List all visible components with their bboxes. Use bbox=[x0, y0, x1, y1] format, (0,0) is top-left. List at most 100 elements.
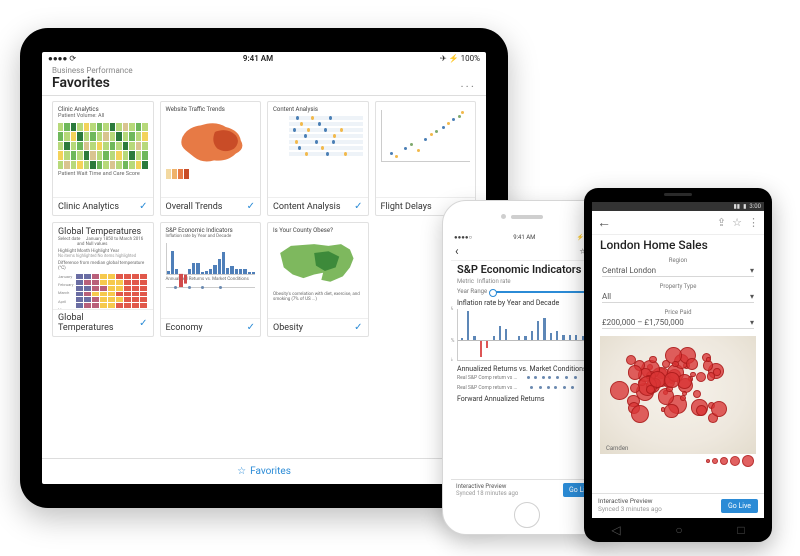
checkmark-icon[interactable]: ✓ bbox=[247, 322, 255, 333]
back-icon[interactable]: ← bbox=[597, 214, 611, 231]
field-price-paid[interactable]: Price Paid £200,000 – £1,750,000▾ bbox=[602, 309, 754, 329]
section-heading: Forward Annualized Returns bbox=[451, 393, 603, 403]
status-right: ✈ ⚡ 100% bbox=[440, 54, 480, 63]
card-clinic-analytics[interactable]: Clinic Analytics Patient Volume: All Pat… bbox=[52, 101, 154, 216]
iphone-navbar: ‹ ⭐︎ ☆ bbox=[451, 242, 603, 261]
dotstrip-row: Real S&P Comp return vs ... bbox=[451, 383, 603, 393]
checkmark-icon[interactable]: ✓ bbox=[354, 201, 362, 212]
share-icon[interactable]: ⇪ bbox=[717, 216, 726, 229]
checkmark-icon[interactable]: ✓ bbox=[354, 322, 362, 333]
favorites-grid: Clinic Analytics Patient Volume: All Pat… bbox=[42, 101, 486, 458]
card-overall-trends[interactable]: Website Traffic Trends Overall Trends ✓ bbox=[160, 101, 262, 216]
android-navbar: ◁ ○ □ bbox=[584, 522, 772, 538]
ytick: 0% bbox=[451, 338, 454, 344]
checkmark-icon[interactable]: ✓ bbox=[247, 201, 255, 212]
card-thumb: Is Your County Obese? Obesity's correlat… bbox=[268, 223, 368, 318]
section-heading: Annualized Returns vs. Market Conditions bbox=[451, 363, 603, 373]
field-label: Price Paid bbox=[602, 309, 754, 316]
slider-label: Year Range bbox=[457, 288, 487, 295]
iphone-camera bbox=[501, 214, 506, 219]
android-footer: Interactive Preview Synced 3 minutes ago… bbox=[592, 493, 764, 518]
section-heading: Inflation rate by Year and Decade bbox=[451, 297, 603, 307]
row-label: Real S&P Comp return vs ... bbox=[457, 385, 518, 391]
field-value: Central London bbox=[602, 266, 656, 275]
month-label: April bbox=[58, 299, 74, 304]
thumb-title: S&P Economic Indicators bbox=[166, 227, 256, 234]
ytick: -10% bbox=[451, 357, 453, 363]
thumb-sub: Inflation rate by Year and Decade bbox=[166, 234, 256, 239]
status-time: 9:41 AM bbox=[513, 234, 535, 241]
year-range-slider[interactable]: Year Range 1913 – 2015 bbox=[451, 285, 603, 297]
footer-sub: Synced 3 minutes ago bbox=[598, 506, 662, 514]
month-label: February bbox=[58, 282, 74, 287]
more-icon[interactable]: ... bbox=[461, 76, 477, 90]
thumb-title: Global Temperatures bbox=[58, 227, 148, 237]
card-economy[interactable]: S&P Economic Indicators Inflation rate b… bbox=[160, 222, 262, 337]
battery-icon: ▮ bbox=[743, 203, 746, 210]
card-flight-delays[interactable]: Flight Delays ✓ bbox=[375, 101, 477, 216]
ytick: 10% bbox=[451, 306, 453, 312]
inflation-bar-chart: 10% 0% -10% bbox=[457, 309, 597, 361]
iphone-statusbar: ●●●●○ 9:41 AM ⚡ 100% bbox=[451, 233, 603, 242]
card-label: Obesity bbox=[273, 323, 303, 333]
card-thumb: Clinic Analytics Patient Volume: All Pat… bbox=[53, 102, 153, 197]
iphone-screen: ●●●●○ 9:41 AM ⚡ 100% ‹ ⭐︎ ☆ S&P Economic… bbox=[451, 233, 603, 500]
checkmark-icon[interactable]: ✓ bbox=[139, 201, 147, 212]
field-property-type[interactable]: Property Type All ▾ bbox=[602, 283, 754, 303]
android-screen: ▮▮ ▮ 3:00 ← ⇪ ☆ ⋮ London Home Sales Regi… bbox=[592, 202, 764, 518]
field-label: Region bbox=[602, 257, 754, 264]
card-label: Economy bbox=[166, 323, 203, 333]
thumb-title: Website Traffic Trends bbox=[166, 106, 256, 113]
field-label: Property Type bbox=[602, 283, 754, 290]
field-value: All bbox=[602, 292, 611, 301]
android-home-icon[interactable]: ○ bbox=[675, 523, 682, 537]
thumb-title: Content Analysis bbox=[273, 106, 363, 113]
page-title: Favorites bbox=[52, 75, 110, 91]
china-map-mini bbox=[166, 117, 256, 167]
scatter-mini bbox=[381, 110, 471, 162]
android-device: ◁ ○ □ ▮▮ ▮ 3:00 ← ⇪ ☆ ⋮ London Home Sale… bbox=[584, 188, 772, 542]
card-global-temperatures[interactable]: Global Temperatures Select date January … bbox=[52, 222, 154, 337]
thumb-sub: Patient Volume: All bbox=[58, 113, 148, 119]
more-icon[interactable]: ⋮ bbox=[748, 216, 759, 229]
thumb-sub: Patient Wait Time and Care Score bbox=[58, 171, 148, 177]
android-recent-icon[interactable]: □ bbox=[737, 523, 744, 537]
android-title: London Home Sales bbox=[592, 235, 764, 254]
checkmark-icon[interactable]: ✓ bbox=[139, 318, 147, 329]
back-icon[interactable]: ‹ bbox=[455, 244, 459, 258]
thumb-sub: No items highlighted No items highlighte… bbox=[58, 254, 148, 259]
chevron-down-icon: ▾ bbox=[750, 292, 754, 301]
iphone-title: S&P Economic Indicators bbox=[451, 261, 603, 278]
temp-heatmap-mini bbox=[76, 274, 148, 309]
card-content-analysis[interactable]: Content Analysis Content Analysis ✓ bbox=[267, 101, 369, 216]
android-speaker bbox=[664, 193, 692, 196]
go-live-button[interactable]: Go Live bbox=[721, 499, 758, 513]
card-label: Content Analysis bbox=[273, 202, 341, 212]
london-map[interactable]: Camden bbox=[600, 336, 756, 454]
breadcrumb[interactable]: Business Performance bbox=[52, 66, 476, 75]
signal-icon: ▮▮ bbox=[734, 203, 741, 210]
bottom-tab-label: Favorites bbox=[250, 466, 291, 477]
slider-track[interactable] bbox=[491, 291, 597, 293]
star-icon[interactable]: ☆ bbox=[732, 216, 742, 229]
iphone-home-button[interactable] bbox=[514, 502, 540, 528]
field-region[interactable]: Region Central London ▾ bbox=[602, 257, 754, 277]
status-left: ●●●● ⟳ bbox=[48, 54, 76, 63]
tablet-statusbar: ●●●● ⟳ 9:41 AM ✈ ⚡ 100% bbox=[42, 52, 486, 65]
thumb-title: Clinic Analytics bbox=[58, 106, 148, 113]
tablet-screen: ●●●● ⟳ 9:41 AM ✈ ⚡ 100% Business Perform… bbox=[42, 52, 486, 484]
month-label: May bbox=[58, 307, 74, 309]
tablet-device: ●●●● ⟳ 9:41 AM ✈ ⚡ 100% Business Perform… bbox=[20, 28, 508, 508]
dotstrip-row: Real S&P Comp return vs ... bbox=[451, 373, 603, 383]
card-label: Clinic Analytics bbox=[58, 202, 119, 212]
chevron-down-icon: ▾ bbox=[750, 266, 754, 275]
thumb-title: Is Your County Obese? bbox=[273, 227, 363, 234]
metric-value[interactable]: Inflation rate bbox=[477, 278, 511, 285]
android-back-icon[interactable]: ◁ bbox=[611, 523, 620, 537]
android-appbar: ← ⇪ ☆ ⋮ bbox=[592, 211, 764, 235]
tablet-bottom-tab[interactable]: ☆ Favorites bbox=[42, 458, 486, 484]
card-thumb: Content Analysis bbox=[268, 102, 368, 197]
card-obesity[interactable]: Is Your County Obese? Obesity's correlat… bbox=[267, 222, 369, 337]
card-label: Flight Delays bbox=[381, 202, 432, 212]
month-label: March bbox=[58, 290, 74, 295]
